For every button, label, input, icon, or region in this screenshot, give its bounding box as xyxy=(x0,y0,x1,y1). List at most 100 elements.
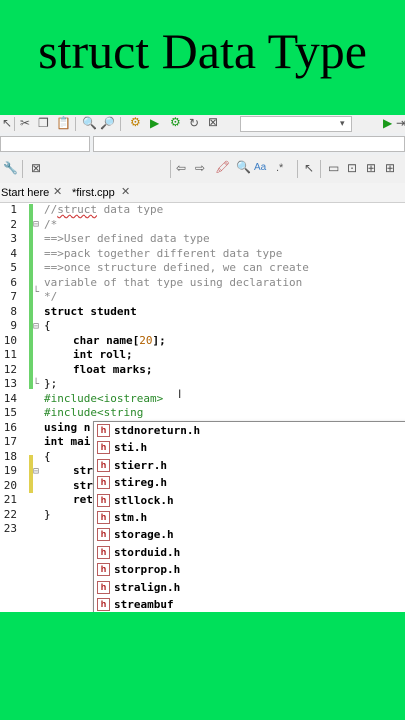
comment-text: data type xyxy=(97,203,164,216)
chevron-down-icon[interactable]: ▾ xyxy=(340,116,345,130)
find-icon[interactable]: 🔍 xyxy=(82,116,97,130)
autocomplete-item[interactable]: h storage.h xyxy=(94,526,405,543)
autocomplete-item[interactable]: h storprop.h xyxy=(94,561,405,578)
wrench-icon[interactable]: 🔧 xyxy=(3,161,18,175)
comment-text: // xyxy=(44,203,58,216)
code-editor[interactable]: 1 2 3 4 5 6 7 8 9 10 11 12 13 14 15 16 1… xyxy=(0,203,405,612)
line-number: 2 xyxy=(10,217,17,231)
autocomplete-item[interactable]: h stdnoreturn.h xyxy=(94,422,405,439)
toolbar-separator xyxy=(75,117,76,131)
keyword: int xyxy=(73,348,93,361)
code-line-19: str xyxy=(73,464,93,477)
keyword: float xyxy=(73,362,107,376)
autocomplete-item[interactable]: h sti.h xyxy=(94,439,405,456)
header-file-icon: h xyxy=(97,458,110,472)
code-line-6: variable of that type using declaration xyxy=(44,275,303,289)
fold-minus-icon[interactable]: ⊟ xyxy=(33,219,39,230)
paste-icon[interactable]: 📋 xyxy=(56,116,71,130)
line-number: 11 xyxy=(3,348,17,361)
run-icon[interactable]: ▶ xyxy=(150,116,159,130)
autocomplete-item[interactable]: h stllock.h xyxy=(94,492,405,509)
header-file-icon: h xyxy=(97,441,110,455)
bottom-banner xyxy=(0,612,405,720)
code-line-16: using n xyxy=(44,420,91,434)
line-number: 17 xyxy=(3,435,17,448)
window-icon[interactable]: ⊞ xyxy=(366,161,376,175)
header-file-icon: h xyxy=(97,493,110,507)
header-file-icon: h xyxy=(97,545,110,559)
autocomplete-label: streambuf xyxy=(114,598,174,611)
code-line-2: /* xyxy=(44,217,58,231)
fold-minus-icon[interactable]: ⊟ xyxy=(33,466,39,477)
header-file-icon: h xyxy=(97,580,110,594)
debug-step-icon[interactable]: ⇥ xyxy=(396,116,405,130)
build-target-combo[interactable] xyxy=(240,116,352,132)
tab-start-here[interactable]: Start here xyxy=(1,185,49,201)
autocomplete-label: stierr.h xyxy=(114,458,167,472)
video-title: struct Data Type xyxy=(38,23,367,79)
line-number: 22 xyxy=(3,507,17,521)
close-icon[interactable]: ✕ xyxy=(121,185,130,198)
match-case-icon[interactable]: Aa xyxy=(254,161,266,175)
fold-end-icon: └ xyxy=(33,287,40,298)
line-number: 14 xyxy=(3,391,17,405)
toolbar-separator xyxy=(14,117,15,131)
grid-icon[interactable]: ⊞ xyxy=(385,161,395,175)
code-line-5: ==>once structure defined, we can create xyxy=(44,261,309,274)
code-line-22: } xyxy=(44,507,51,521)
debug-run-icon[interactable]: ▶ xyxy=(383,116,392,130)
autocomplete-item[interactable]: h stm.h xyxy=(94,509,405,526)
autocomplete-item[interactable]: h stierr.h xyxy=(94,457,405,474)
line-number: 16 xyxy=(3,420,17,434)
code-text: name[ xyxy=(99,333,140,347)
arrow-left-icon[interactable]: ⇦ xyxy=(176,161,186,175)
autocomplete-item[interactable]: h storduid.h xyxy=(94,544,405,561)
autocomplete-label: stralign.h xyxy=(114,580,181,594)
toolbar-separator xyxy=(170,160,171,178)
find-icon[interactable]: 🔍 xyxy=(236,160,251,174)
header-file-icon: h xyxy=(97,598,110,611)
scope-combo[interactable] xyxy=(0,136,90,152)
close-icon[interactable]: ✕ xyxy=(53,185,62,198)
autocomplete-popup: h stdnoreturn.h h sti.h h stierr.h h stireg.… xyxy=(93,421,405,612)
code-line-10: char name[20]; xyxy=(73,334,166,349)
build-gear-icon[interactable]: ⚙ xyxy=(130,115,141,129)
pointer-icon[interactable]: ↖ xyxy=(304,161,314,175)
header-file-icon: h xyxy=(97,511,110,524)
line-number: 5 xyxy=(10,261,17,274)
line-number: 21 xyxy=(3,493,17,506)
highlight-icon[interactable]: 🖍 xyxy=(215,160,230,174)
arrow-right-icon[interactable]: ⇨ xyxy=(195,161,205,175)
ide-window: ↖ ✂ ❐ 📋 🔍 🔎 ⚙ ▶ ⚙ ↻ ⊠ ▾ ▶ ⇥ 🔧 ⊠ ▾ ⇦ ⇨ 🖍 … xyxy=(0,115,405,612)
line-number: 20 xyxy=(3,478,17,492)
autocomplete-item[interactable]: h streambuf xyxy=(94,596,405,612)
copy-icon[interactable]: ❐ xyxy=(38,116,49,130)
autocomplete-item[interactable]: h stralign.h xyxy=(94,579,405,596)
replace-icon[interactable]: 🔎 xyxy=(100,116,115,130)
regex-icon[interactable]: .* xyxy=(276,161,283,175)
autocomplete-label: storduid.h xyxy=(114,545,181,559)
cut-icon[interactable]: ✂ xyxy=(20,116,30,130)
abort-icon[interactable]: ⊠ xyxy=(208,115,218,129)
frame-icon[interactable]: ⊡ xyxy=(347,161,357,175)
fold-minus-icon[interactable]: ⊟ xyxy=(33,321,39,332)
header-file-icon: h xyxy=(97,528,110,542)
autocomplete-item[interactable]: h stireg.h xyxy=(94,474,405,491)
code-line-13: }; xyxy=(44,377,58,390)
tab-first-cpp[interactable]: *first.cpp xyxy=(72,185,115,201)
rebuild-icon[interactable]: ↻ xyxy=(189,116,199,130)
header-file-icon: h xyxy=(97,424,110,437)
code-line-8: struct student xyxy=(44,304,137,318)
clear-search-icon[interactable]: ⊠ xyxy=(31,161,41,175)
autocomplete-label: stdnoreturn.h xyxy=(114,424,201,437)
line-number: 3 xyxy=(10,232,17,245)
symbol-combo[interactable] xyxy=(93,136,405,152)
build-run-icon[interactable]: ⚙ xyxy=(170,115,181,129)
arrow-icon[interactable]: ↖ xyxy=(2,116,12,130)
code-line-20: str xyxy=(73,478,93,492)
line-number: 18 xyxy=(3,449,17,463)
code-line-11: int roll; xyxy=(73,348,133,363)
header-file-icon: h xyxy=(97,563,110,577)
rectangle-icon[interactable]: ▭ xyxy=(328,161,339,175)
code-text: marks; xyxy=(106,362,153,376)
